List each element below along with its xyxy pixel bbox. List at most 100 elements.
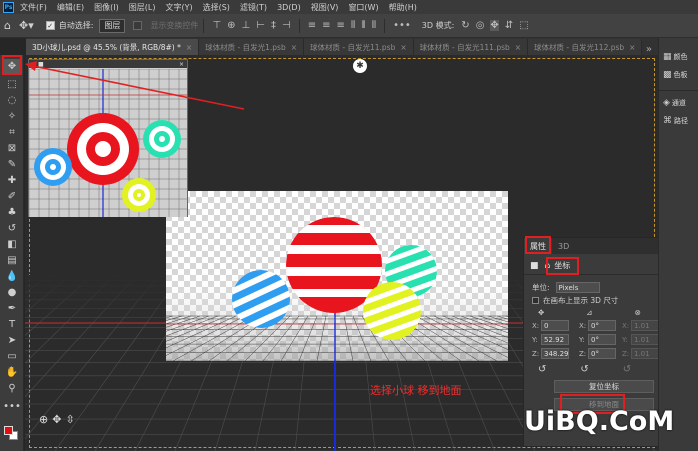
reset-scale-icon[interactable]: ↺ bbox=[623, 364, 631, 375]
tab-overflow-icon[interactable]: » bbox=[646, 44, 658, 55]
tab-glow-material-112[interactable]: 球体材质 - 自发光112.psb × bbox=[528, 39, 643, 55]
foreground-color-swatch[interactable] bbox=[4, 426, 13, 435]
y-rotation-input[interactable]: 0° bbox=[588, 334, 616, 345]
align-bottom-icon[interactable]: ⊥ bbox=[242, 20, 251, 31]
slide-axis-icon[interactable]: ⇳ bbox=[65, 413, 74, 426]
camera-icon[interactable]: ■ bbox=[530, 261, 539, 271]
menu-type[interactable]: 文字(Y) bbox=[165, 2, 192, 13]
menu-select[interactable]: 选择(S) bbox=[203, 2, 230, 13]
menu-edit[interactable]: 编辑(E) bbox=[57, 2, 84, 13]
lasso-tool-icon[interactable]: ◌ bbox=[4, 93, 20, 107]
z-rotation-input[interactable]: 0° bbox=[588, 348, 616, 359]
secondary-blue-ball bbox=[34, 148, 72, 186]
pan-3d-icon[interactable]: ✥ bbox=[490, 20, 499, 31]
menu-file[interactable]: 文件(F) bbox=[20, 2, 47, 13]
healing-brush-icon[interactable]: ✚ bbox=[4, 173, 20, 187]
path-select-tool-icon[interactable]: ➤ bbox=[4, 333, 20, 347]
reset-coordinates-button[interactable]: 复位坐标 bbox=[554, 380, 654, 393]
distribute-left-icon[interactable]: ⦀ bbox=[351, 20, 355, 31]
pen-tool-icon[interactable]: ✒ bbox=[4, 301, 20, 315]
light-source-icon[interactable]: ✱ bbox=[353, 59, 367, 73]
blur-tool-icon[interactable]: 💧 bbox=[4, 269, 20, 283]
x-position-input[interactable]: 0 bbox=[541, 320, 569, 331]
distribute-vcenter-icon[interactable]: ≡ bbox=[322, 20, 330, 31]
home-icon[interactable]: ⌂ bbox=[4, 19, 11, 32]
close-icon[interactable]: × bbox=[515, 43, 521, 52]
scale-3d-icon[interactable]: ⬚ bbox=[519, 20, 528, 31]
reset-position-icon[interactable]: ↺ bbox=[538, 364, 546, 375]
close-icon[interactable]: × bbox=[400, 43, 406, 52]
orbit-axis-icon[interactable]: ⊕ bbox=[39, 413, 48, 426]
close-icon[interactable]: × bbox=[186, 43, 192, 52]
stamp-tool-icon[interactable]: ♣ bbox=[4, 205, 20, 219]
unit-dropdown[interactable]: Pixels bbox=[555, 282, 600, 293]
pan-axis-icon[interactable]: ✥ bbox=[52, 413, 61, 426]
show-3d-size-checkbox[interactable] bbox=[532, 297, 539, 304]
menu-filter[interactable]: 滤镜(T) bbox=[240, 2, 267, 13]
z-position-input[interactable]: 348.29 bbox=[541, 348, 569, 359]
magic-wand-tool-icon[interactable]: ✧ bbox=[4, 109, 20, 123]
slide-3d-icon[interactable]: ⇵ bbox=[505, 20, 513, 31]
document-preview[interactable] bbox=[166, 191, 508, 361]
more-options-icon[interactable]: ••• bbox=[393, 20, 411, 31]
reset-icons-row: ↺ ↺ ↺ bbox=[538, 364, 631, 375]
3d-axis-widget[interactable]: ⊕ ✥ ⇳ bbox=[39, 413, 75, 426]
tab-3d-ball-doc[interactable]: 3D小球儿.psd @ 45.5% (背景, RGB/8#) * × bbox=[26, 39, 200, 55]
auto-select-checkbox[interactable]: ✓ bbox=[45, 21, 55, 30]
align-left-icon[interactable]: ⊢ bbox=[256, 20, 265, 31]
distribute-top-icon[interactable]: ≡ bbox=[308, 20, 316, 31]
dock-paths[interactable]: ⌘ 路径 bbox=[663, 116, 688, 126]
tab-glow-material-1[interactable]: 球体材质 - 自发光1.psb × bbox=[199, 39, 304, 55]
distribute-right-icon[interactable]: ⦀ bbox=[372, 20, 376, 31]
hand-tool-icon[interactable]: ✋ bbox=[4, 365, 20, 379]
show-transform-checkbox[interactable] bbox=[133, 21, 143, 30]
gradient-tool-icon[interactable]: ▤ bbox=[4, 253, 20, 267]
menu-image[interactable]: 图像(I) bbox=[94, 2, 119, 13]
align-vcenter-icon[interactable]: ⊕ bbox=[227, 20, 235, 31]
crop-tool-icon[interactable]: ⌗ bbox=[4, 125, 20, 139]
tab-glow-material-111[interactable]: 球体材质 - 自发光111.psb × bbox=[413, 39, 529, 55]
close-icon[interactable]: × bbox=[291, 43, 297, 52]
marquee-tool-icon[interactable]: ⬚ bbox=[4, 77, 20, 91]
tab-label: 球体材质 - 自发光112.psb bbox=[534, 42, 625, 52]
align-top-icon[interactable]: ⊤ bbox=[212, 20, 221, 31]
roll-icon[interactable]: ◎ bbox=[476, 20, 485, 31]
tools-panel: ✥ ⬚ ◌ ✧ ⌗ ⊠ ✎ ✚ ✐ ♣ ↺ ◧ ▤ 💧 ● ✒ T ➤ ▭ ✋ … bbox=[0, 55, 24, 451]
type-tool-icon[interactable]: T bbox=[4, 317, 20, 331]
close-icon[interactable]: × bbox=[179, 61, 184, 68]
menu-help[interactable]: 帮助(H) bbox=[389, 2, 417, 13]
align-right-icon[interactable]: ⊣ bbox=[282, 20, 291, 31]
dodge-tool-icon[interactable]: ● bbox=[4, 285, 20, 299]
align-hcenter-icon[interactable]: ‡ bbox=[271, 20, 276, 31]
menu-window[interactable]: 窗口(W) bbox=[348, 2, 378, 13]
distribute-hcenter-icon[interactable]: ⦀ bbox=[361, 20, 365, 31]
dock-color[interactable]: ▦ 颜色 bbox=[663, 52, 688, 62]
brush-tool-icon[interactable]: ✐ bbox=[4, 189, 20, 203]
dock-channels[interactable]: ◈ 通道 bbox=[663, 98, 686, 108]
distribute-bottom-icon[interactable]: ≡ bbox=[336, 20, 344, 31]
dock-swatches[interactable]: ▩ 色板 bbox=[663, 70, 688, 80]
menu-layer[interactable]: 图层(L) bbox=[129, 2, 156, 13]
y-position-input[interactable]: 52.92 bbox=[541, 334, 569, 345]
frame-tool-icon[interactable]: ⊠ bbox=[4, 141, 20, 155]
menu-3d[interactable]: 3D(D) bbox=[277, 3, 301, 12]
view-menu-icon[interactable]: ▾ bbox=[32, 61, 35, 68]
zoom-tool-icon[interactable]: ⚲ bbox=[4, 381, 20, 395]
close-icon[interactable]: × bbox=[629, 43, 635, 52]
edit-toolbar-icon[interactable]: ••• bbox=[3, 399, 21, 413]
tab-glow-material-11[interactable]: 球体材质 - 自发光11.psb × bbox=[304, 39, 414, 55]
camera-icon[interactable]: ■ bbox=[38, 61, 44, 68]
x-rotation-input[interactable]: 0° bbox=[588, 320, 616, 331]
menu-view[interactable]: 视图(V) bbox=[311, 2, 339, 13]
tab-3d[interactable]: 3D bbox=[552, 238, 575, 254]
eyedropper-tool-icon[interactable]: ✎ bbox=[4, 157, 20, 171]
secondary-3d-view[interactable]: ▾ ■ × bbox=[28, 59, 188, 217]
orbit-icon[interactable]: ↻ bbox=[461, 20, 469, 31]
move-tool-preset-icon[interactable]: ✥▾ bbox=[19, 19, 34, 32]
reset-rotation-icon[interactable]: ↺ bbox=[580, 364, 588, 375]
auto-select-dropdown[interactable]: 图层 bbox=[99, 18, 126, 33]
rectangle-tool-icon[interactable]: ▭ bbox=[4, 349, 20, 363]
history-brush-icon[interactable]: ↺ bbox=[4, 221, 20, 235]
eraser-tool-icon[interactable]: ◧ bbox=[4, 237, 20, 251]
properties-tab-highlight-box bbox=[525, 236, 551, 254]
